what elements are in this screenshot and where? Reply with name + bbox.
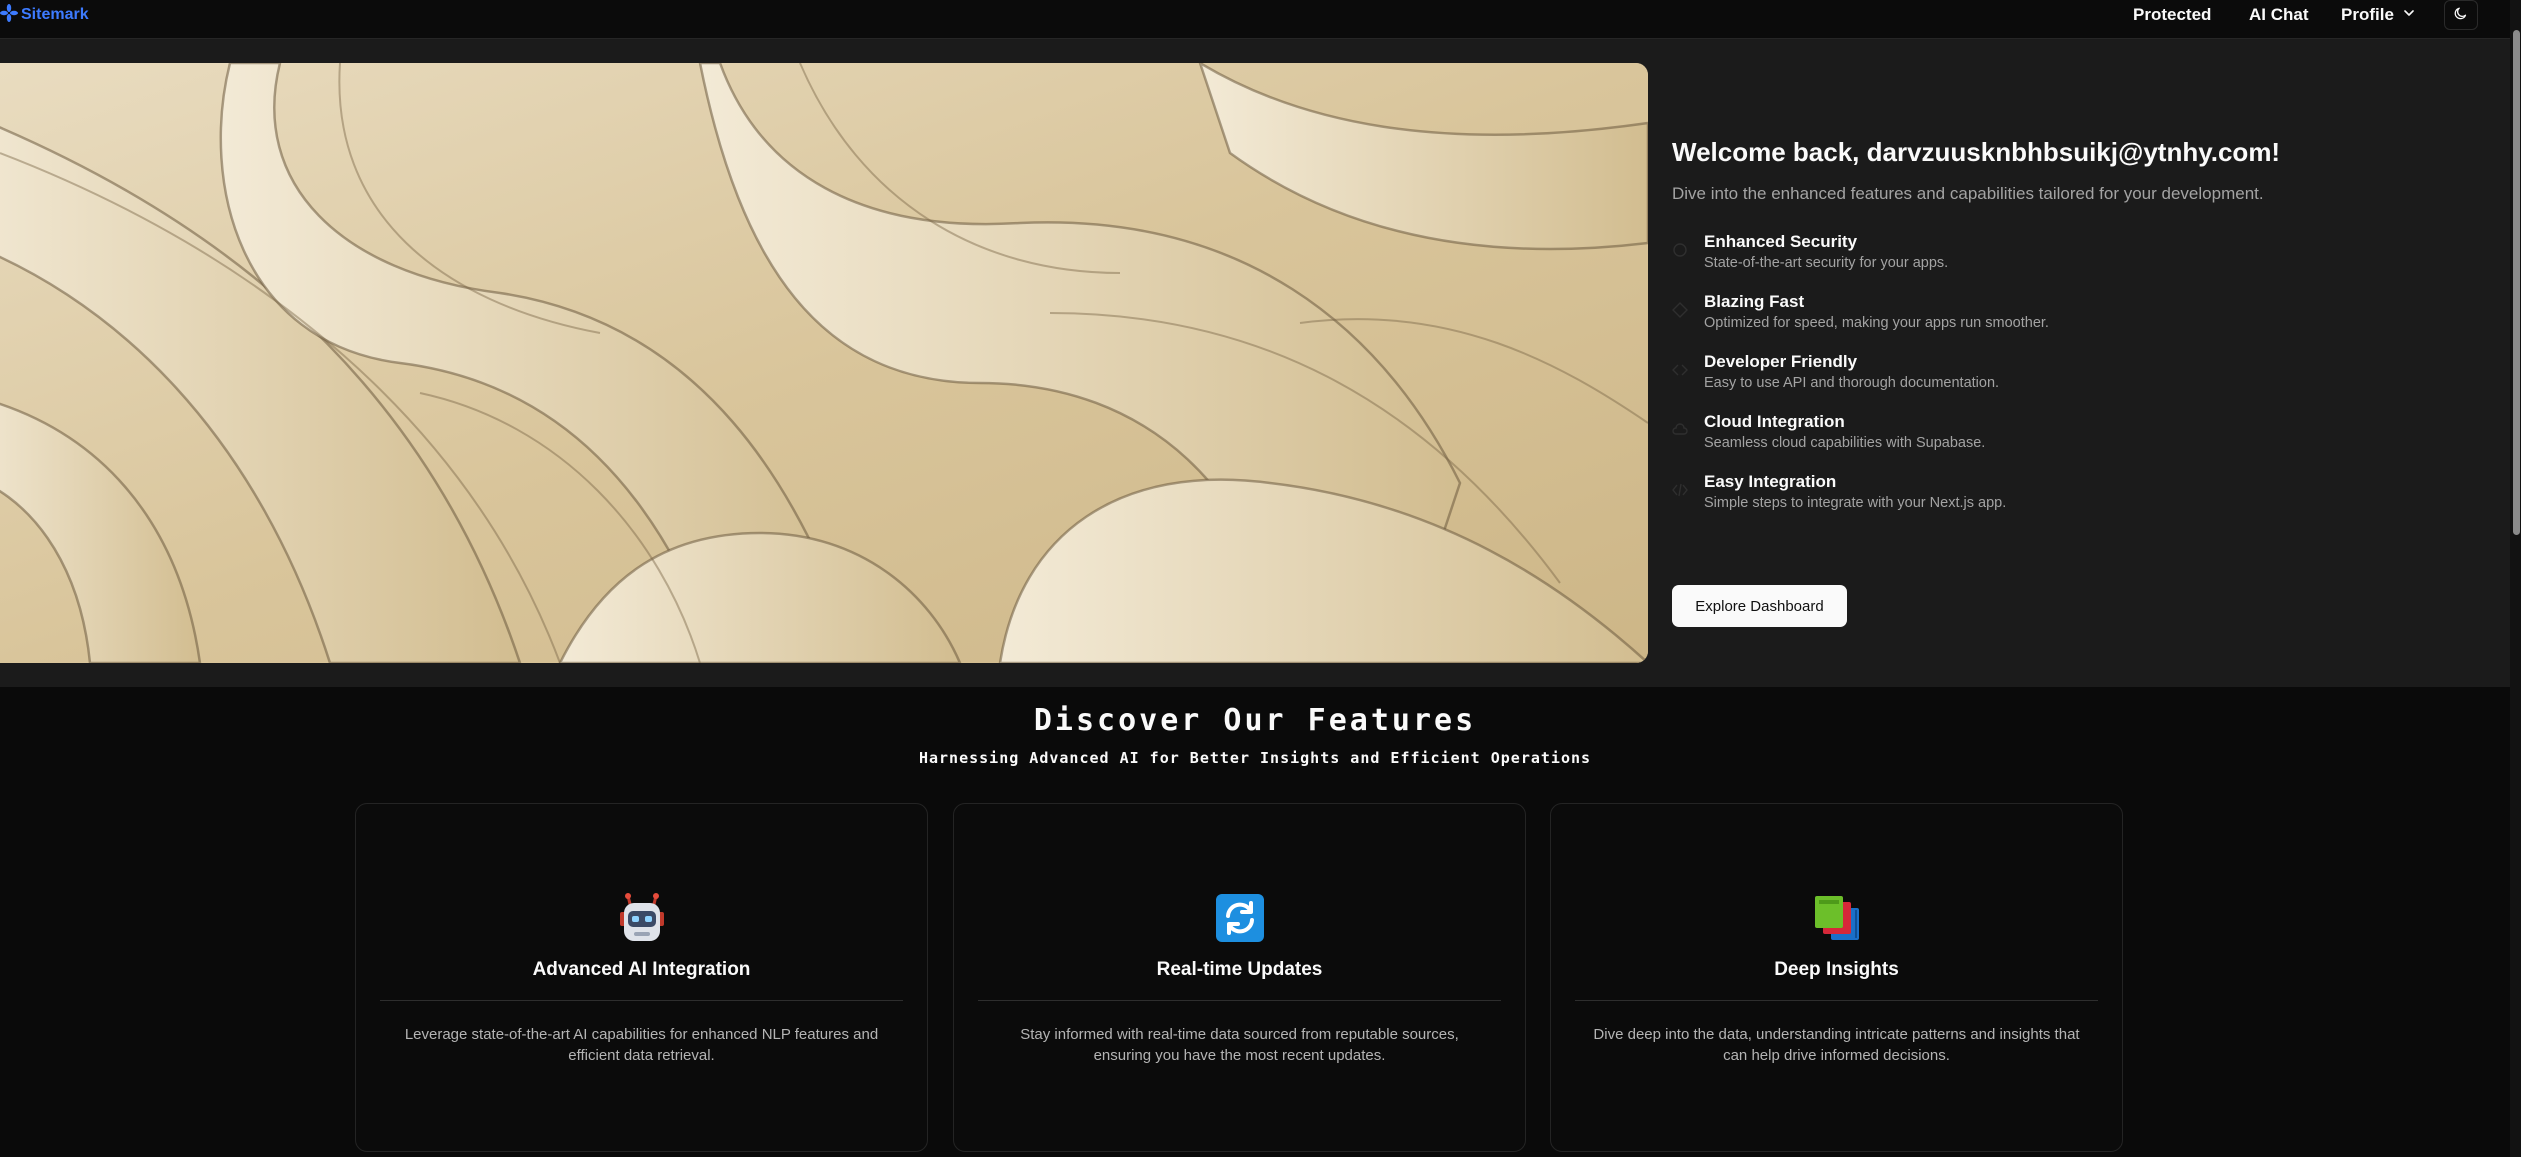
feature-item-fast: Blazing Fast Optimized for speed, making… [1672,292,2392,352]
feature-title: Cloud Integration [1704,412,1845,431]
section-title: Discover Our Features [1033,703,1477,738]
feature-item-integration: Easy Integration Simple steps to integra… [1672,472,2392,532]
feature-title: Blazing Fast [1704,292,1805,311]
shield-icon [1672,242,1688,258]
card-divider [1575,1000,2098,1001]
profile-label: Profile [2341,5,2394,24]
feature-list: Enhanced Security State-of-the-art secur… [1672,232,2392,532]
top-navbar: Sitemark Protected AI Chat Profile [0,0,2521,39]
moon-icon [2453,5,2469,26]
nav-link-protected[interactable]: Protected [2133,4,2211,26]
feature-card-ai: Advanced AI Integration Leverage state-o… [355,803,928,1152]
nav-link-ai-chat[interactable]: AI Chat [2249,4,2309,26]
brand-name: Sitemark [21,6,89,23]
feature-desc: Optimized for speed, making your apps ru… [1704,315,2049,331]
hero-image [0,63,1648,663]
zap-icon [1672,302,1688,318]
code-icon [1672,362,1688,378]
code-brackets-icon [1672,482,1688,498]
theme-toggle-button[interactable] [2444,0,2478,30]
section-subtitle: Harnessing Advanced AI for Better Insigh… [918,749,1592,767]
refresh-icon [1214,892,1266,949]
feature-desc: Simple steps to integrate with your Next… [1704,495,2007,511]
card-title: Advanced AI Integration [532,959,751,980]
card-divider [380,1000,903,1001]
feature-card-realtime: Real-time Updates Stay informed with rea… [953,803,1526,1152]
sitemark-logo-icon [0,3,18,27]
profile-menu-trigger[interactable]: Profile [2341,4,2416,26]
feature-desc: State-of-the-art security for your apps. [1704,255,1949,271]
feature-title: Easy Integration [1704,472,1837,491]
feature-desc: Seamless cloud capabilities with Supabas… [1704,435,1986,451]
welcome-subtitle: Dive into the enhanced features and capa… [1672,184,2264,203]
hero-section: Welcome back, darvzuusknbhbsuikj@ytnhy.c… [0,39,2510,687]
feature-desc: Easy to use API and thorough documentati… [1704,375,2000,391]
books-icon [1811,892,1863,949]
card-divider [978,1000,1501,1001]
scrollbar-thumb[interactable] [2513,30,2520,535]
chevron-down-icon [2402,4,2416,26]
welcome-heading: Welcome back, darvzuusknbhbsuikj@ytnhy.c… [1672,137,2281,167]
card-title: Real-time Updates [1156,959,1323,980]
feature-card-insights: Deep Insights Dive deep into the data, u… [1550,803,2123,1152]
card-description: Dive deep into the data, understanding i… [1593,1026,2080,1064]
feature-item-developer: Developer Friendly Easy to use API and t… [1672,352,2392,412]
feature-item-cloud: Cloud Integration Seamless cloud capabil… [1672,412,2392,472]
robot-icon [616,892,668,949]
brand-link[interactable]: Sitemark [0,3,89,27]
card-title: Deep Insights [1774,959,1899,980]
card-description: Stay informed with real-time data source… [1020,1026,1459,1064]
cloud-icon [1672,422,1688,438]
feature-title: Enhanced Security [1704,232,1858,251]
feature-title: Developer Friendly [1704,352,1858,371]
feature-item-security: Enhanced Security State-of-the-art secur… [1672,232,2392,292]
explore-dashboard-button[interactable]: Explore Dashboard [1672,585,1847,627]
card-description: Leverage state-of-the-art AI capabilitie… [404,1026,879,1064]
